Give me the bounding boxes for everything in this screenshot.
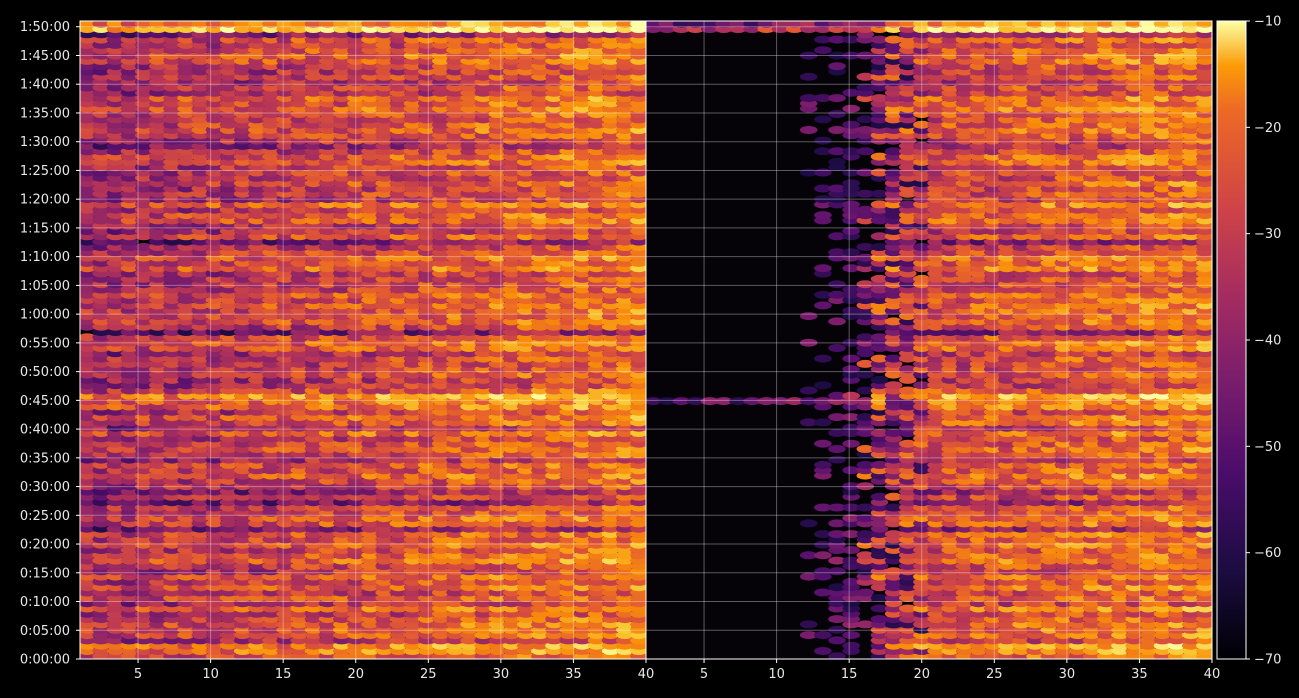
heatmap-cell bbox=[842, 641, 860, 650]
heatmap-cell bbox=[842, 631, 860, 640]
heatmap-cell bbox=[814, 647, 832, 655]
heatmap-cell bbox=[799, 620, 818, 629]
heatmap-cell bbox=[828, 636, 846, 645]
heatmap-cell bbox=[814, 631, 832, 640]
heatmap-chart: 0:00:000:05:000:10:000:15:000:20:000:25:… bbox=[20, 15, 1282, 683]
heatmap-panel-left bbox=[80, 21, 646, 659]
heatmap-panel-right bbox=[646, 21, 1212, 659]
